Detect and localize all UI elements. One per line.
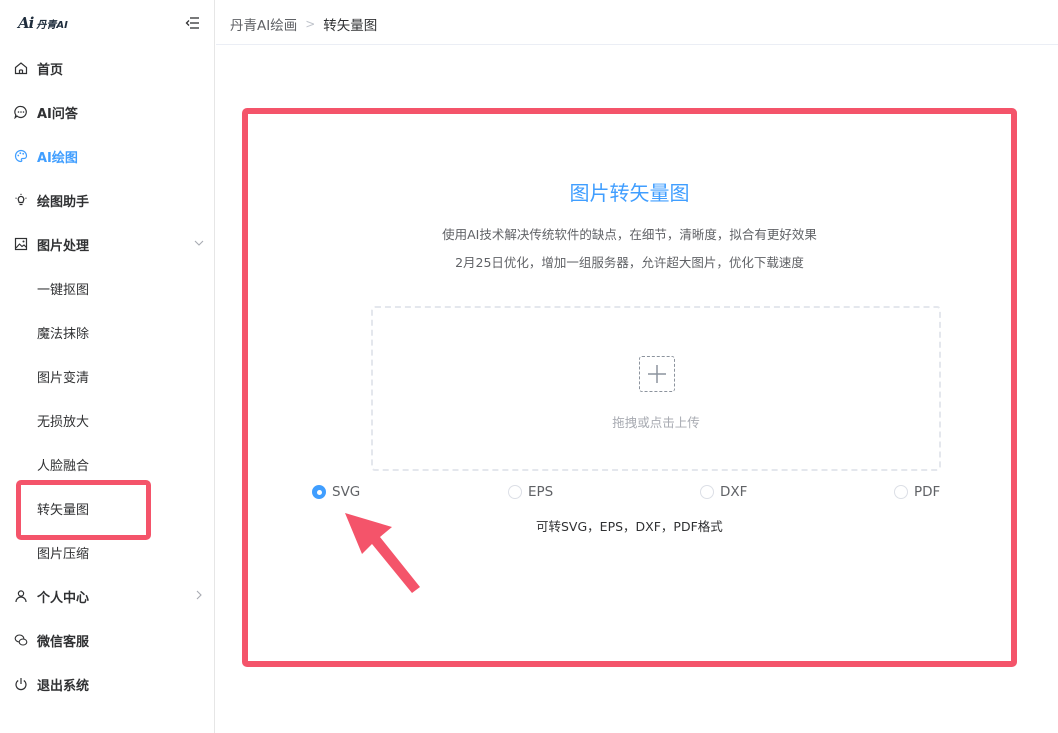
sidebar-menu: 首页 AI问答 AI绘图 绘图助手 图片处理 一键抠图 魔法抹除 图片变清 无损… [0, 46, 215, 706]
sidebar-item-home[interactable]: 首页 [0, 46, 215, 90]
sidebar-item-label: AI绘图 [37, 150, 78, 166]
sidebar-item-logout[interactable]: 退出系统 [0, 662, 215, 706]
sidebar-subitem-label: 一键抠图 [37, 282, 90, 298]
palette-icon [14, 149, 28, 163]
collapse-sidebar-icon[interactable] [185, 15, 201, 31]
sidebar-subitem-vectorize[interactable]: 转矢量图 [0, 486, 215, 530]
upload-dropzone[interactable]: 拖拽或点击上传 [371, 306, 941, 471]
breadcrumb-home[interactable]: 丹青AI绘画 [230, 14, 297, 34]
radio-dot [312, 485, 326, 499]
format-label: DXF [720, 484, 748, 500]
logo-bar: Ai 丹青AI [0, 0, 215, 45]
sidebar-subitem-label: 人脸融合 [37, 458, 90, 474]
format-radio-eps[interactable]: EPS [508, 483, 553, 501]
format-label: SVG [332, 484, 361, 500]
chat-icon [14, 105, 28, 119]
radio-dot [894, 485, 908, 499]
description-line-1: 使用AI技术解决传统软件的缺点，在细节，清晰度，拟合有更好效果 [442, 227, 817, 242]
breadcrumb: 丹青AI绘画 > 转矢量图 [230, 14, 377, 34]
format-radio-pdf[interactable]: PDF [894, 483, 940, 501]
radio-dot [508, 485, 522, 499]
logo[interactable]: Ai 丹青AI [18, 14, 68, 32]
sidebar-item-label: 首页 [37, 62, 64, 78]
sidebar-subitem-label: 转矢量图 [37, 502, 90, 518]
sidebar-subitem-label: 魔法抹除 [37, 326, 90, 342]
page-title: 图片转矢量图 [569, 181, 690, 205]
breadcrumb-current: 转矢量图 [323, 18, 378, 34]
sidebar-item-drawing-assistant[interactable]: 绘图助手 [0, 178, 215, 222]
wechat-icon [14, 633, 28, 647]
sidebar-subitem-label: 图片压缩 [37, 546, 90, 562]
upload-hint: 拖拽或点击上传 [612, 415, 700, 430]
sidebar-subitem-magic-erase[interactable]: 魔法抹除 [0, 310, 215, 354]
format-label: PDF [914, 484, 941, 500]
format-label: EPS [528, 484, 554, 500]
radio-dot [700, 485, 714, 499]
sidebar-subitem-compress[interactable]: 图片压缩 [0, 530, 215, 574]
formats-note-text: 可转SVG，EPS，DXF，PDF格式 [536, 519, 723, 534]
formats-note: 可转SVG，EPS，DXF，PDF格式 [536, 516, 723, 535]
breadcrumb-separator: > [305, 17, 316, 31]
format-radio-svg[interactable]: SVG [312, 483, 360, 501]
sidebar-item-label: 绘图助手 [37, 194, 90, 210]
sidebar-item-personal-center[interactable]: 个人中心 [0, 574, 215, 618]
sidebar-item-label: 图片处理 [37, 238, 90, 254]
sidebar-subitem-upscale[interactable]: 无损放大 [0, 398, 215, 442]
logo-text: 丹青AI [36, 19, 68, 31]
sidebar-subitem-label: 图片变清 [37, 370, 90, 386]
user-icon [14, 589, 28, 603]
format-radio-dxf[interactable]: DXF [700, 483, 747, 501]
chevron-down-icon [193, 237, 205, 249]
plus-icon [639, 356, 675, 392]
sidebar-item-label: 微信客服 [37, 634, 90, 650]
description-line-2: 2月25日优化，增加一组服务器，允许超大图片，优化下载速度 [455, 255, 804, 270]
power-icon [14, 677, 28, 691]
logo-mark: Ai [18, 14, 34, 32]
sidebar-item-image-processing[interactable]: 图片处理 [0, 222, 215, 266]
sidebar-subitem-label: 无损放大 [37, 414, 90, 430]
sidebar: Ai 丹青AI 首页 AI问答 AI绘图 绘图助手 图片处理 一键抠图 魔法抹除… [0, 0, 215, 733]
sidebar-item-ai-chat[interactable]: AI问答 [0, 90, 215, 134]
sidebar-subitem-face-fusion[interactable]: 人脸融合 [0, 442, 215, 486]
home-icon [14, 61, 28, 75]
lightbulb-icon [14, 193, 28, 207]
image-icon [14, 237, 28, 251]
sidebar-item-label: AI问答 [37, 106, 78, 122]
chevron-right-icon [193, 589, 205, 601]
sidebar-item-label: 个人中心 [37, 590, 90, 606]
sidebar-item-wechat-service[interactable]: 微信客服 [0, 618, 215, 662]
sidebar-subitem-sharpen[interactable]: 图片变清 [0, 354, 215, 398]
sidebar-item-label: 退出系统 [37, 678, 90, 694]
sidebar-item-ai-drawing[interactable]: AI绘图 [0, 134, 215, 178]
sidebar-subitem-cutout[interactable]: 一键抠图 [0, 266, 215, 310]
header: 丹青AI绘画 > 转矢量图 [216, 0, 1058, 45]
